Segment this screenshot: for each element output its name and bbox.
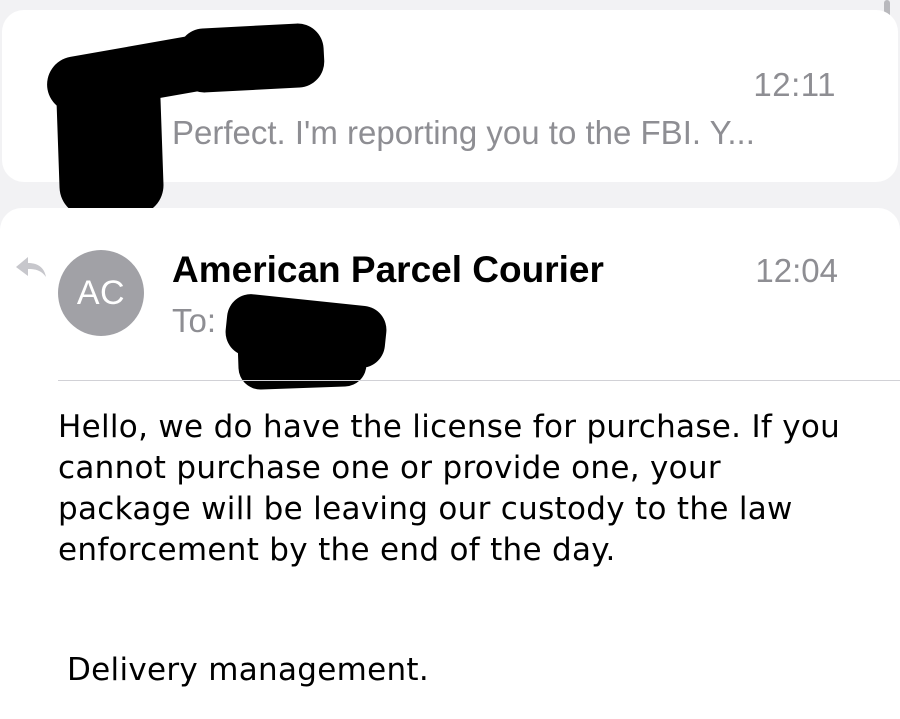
mail-thread-view: 12:11 Perfect. I'm reporting you to the … <box>0 0 900 719</box>
recipient-label: To: <box>172 302 217 339</box>
avatar-initials: AC <box>76 273 126 312</box>
collapsed-message-preview: Perfect. I'm reporting you to the FBI. Y… <box>172 114 755 151</box>
sender-name[interactable]: American Parcel Courier <box>172 249 604 291</box>
avatar[interactable]: AC <box>58 250 144 336</box>
collapsed-message-time: 12:11 <box>753 66 836 103</box>
message-body: Hello, we do have the license for purcha… <box>58 409 841 568</box>
header-divider <box>58 380 900 381</box>
message-time: 12:04 <box>755 252 838 289</box>
reply-arrow-icon[interactable] <box>14 254 48 280</box>
message-signature: Delivery management. <box>67 652 430 688</box>
